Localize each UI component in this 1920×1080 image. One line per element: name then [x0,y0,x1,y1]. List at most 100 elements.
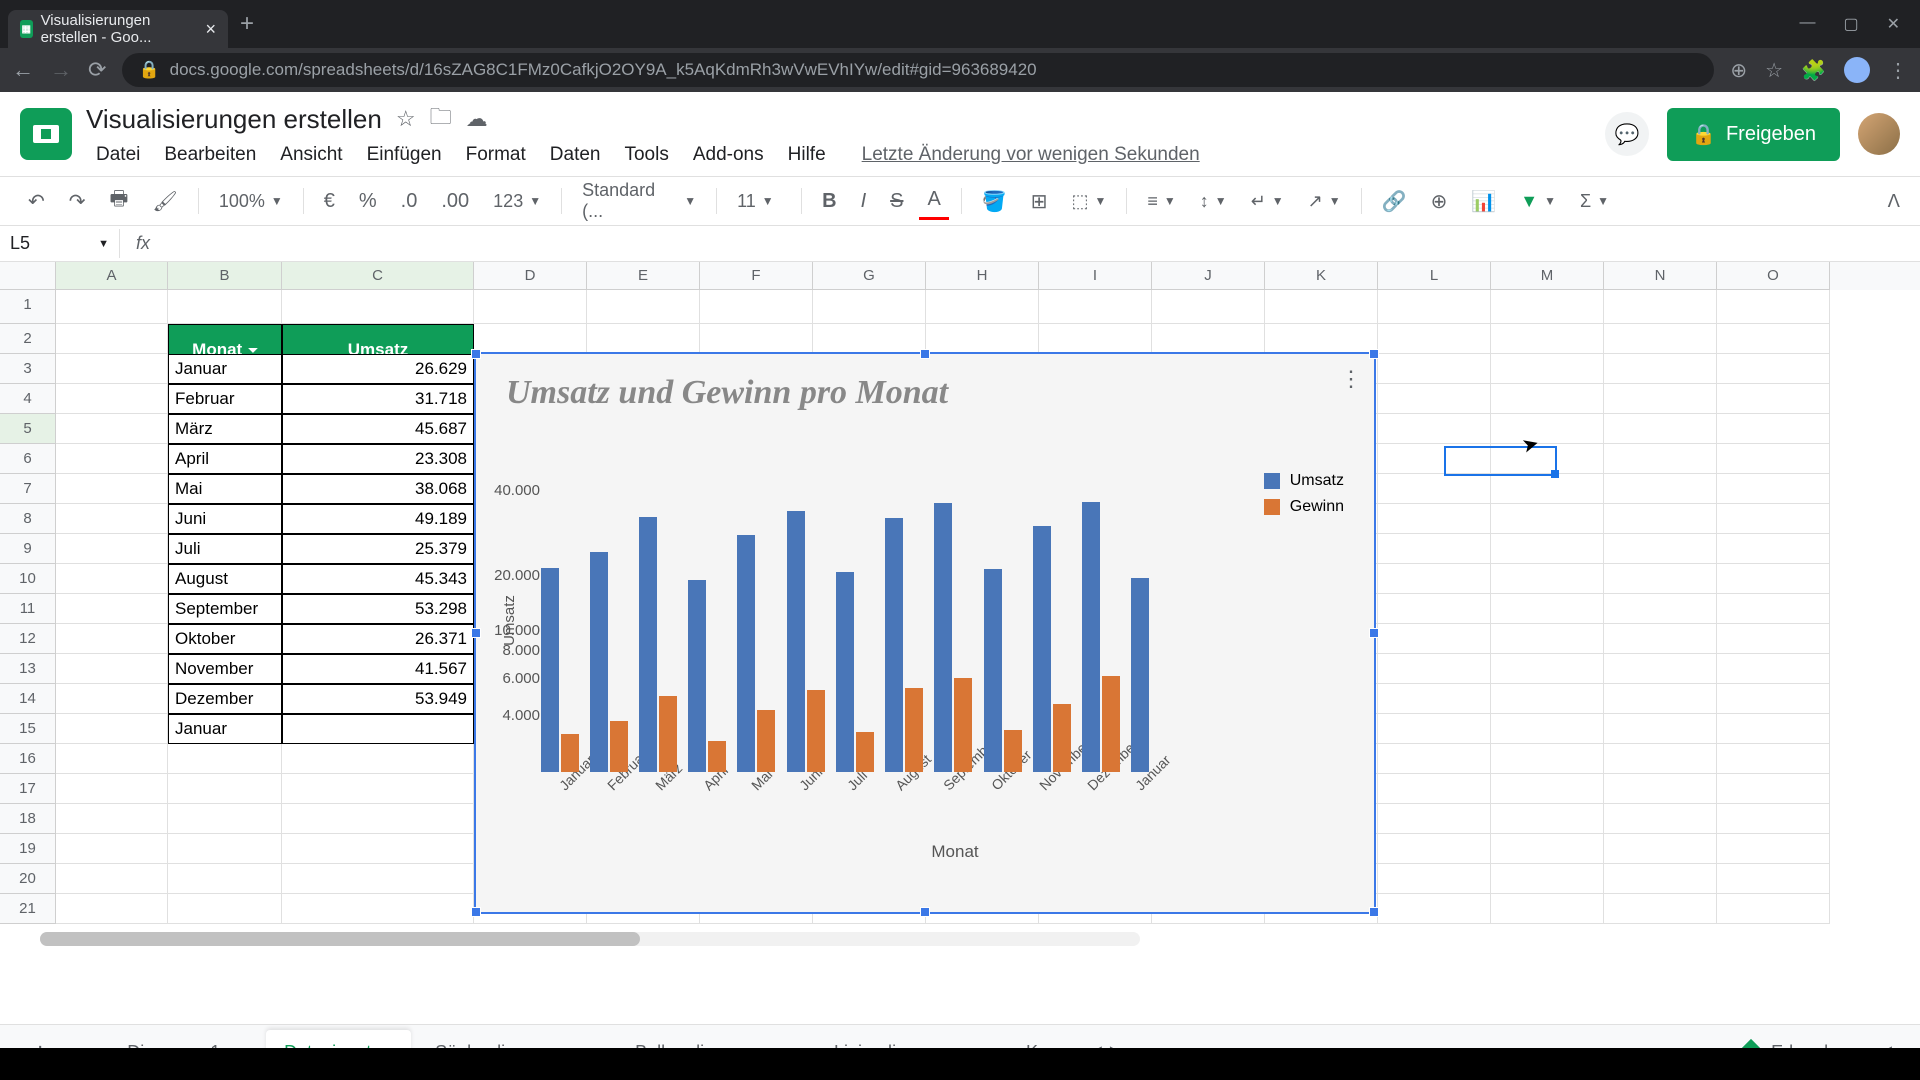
cell[interactable] [1717,504,1830,534]
cell[interactable]: Januar [168,714,282,744]
fill-color-button[interactable]: 🪣 [974,183,1015,220]
cell[interactable] [1378,774,1491,804]
row-header[interactable]: 21 [0,894,56,924]
menu-insert[interactable]: Einfügen [357,142,452,168]
cell[interactable] [1717,864,1830,894]
cell[interactable] [1717,354,1830,384]
cell[interactable]: Oktober [168,624,282,654]
cell[interactable] [1265,290,1378,324]
col-header[interactable]: A [56,262,168,290]
cell[interactable] [1265,324,1378,354]
cell[interactable] [282,864,474,894]
back-button[interactable]: ← [12,57,34,83]
cell[interactable] [1717,684,1830,714]
col-header[interactable]: E [587,262,700,290]
cell[interactable]: 31.718 [282,384,474,414]
col-header[interactable]: D [474,262,587,290]
share-button[interactable]: 🔒 Freigeben [1667,108,1840,161]
italic-button[interactable]: I [853,184,875,219]
functions-button[interactable]: Σ▼ [1572,187,1617,216]
row-header[interactable]: 1 [0,290,56,324]
cell[interactable] [1491,324,1604,354]
cell[interactable] [1604,594,1717,624]
cell[interactable] [1491,414,1604,444]
cell[interactable]: September [168,594,282,624]
resize-handle[interactable] [471,349,481,359]
col-header[interactable]: G [813,262,926,290]
cell[interactable] [56,864,168,894]
move-document-icon[interactable]: 🗀 [430,100,452,138]
cell[interactable] [1604,444,1717,474]
cell[interactable] [56,654,168,684]
cell[interactable] [56,414,168,444]
row-header[interactable]: 15 [0,714,56,744]
row-header[interactable]: 13 [0,654,56,684]
col-header[interactable]: J [1152,262,1265,290]
row-header[interactable]: 18 [0,804,56,834]
cell[interactable]: 53.298 [282,594,474,624]
v-align-button[interactable]: ↕▼ [1192,187,1235,216]
cell[interactable] [1152,324,1265,354]
col-header[interactable]: N [1604,262,1717,290]
user-avatar[interactable] [1858,113,1900,155]
menu-format[interactable]: Format [456,142,536,168]
row-header[interactable]: 3 [0,354,56,384]
cell[interactable] [282,834,474,864]
cell[interactable] [813,324,926,354]
cell[interactable] [56,504,168,534]
cell[interactable] [56,534,168,564]
cell[interactable] [1491,534,1604,564]
cell[interactable] [1604,744,1717,774]
cell[interactable]: 25.379 [282,534,474,564]
menu-file[interactable]: Datei [86,142,150,168]
browser-tab[interactable]: ▦ Visualisierungen erstellen - Goo... × [8,10,228,48]
cell[interactable] [1491,804,1604,834]
row-header[interactable]: 12 [0,624,56,654]
cell[interactable] [1604,804,1717,834]
comment-button[interactable]: ⊕ [1423,183,1456,220]
cell[interactable] [168,744,282,774]
number-format-select[interactable]: 123▼ [485,187,549,216]
cell[interactable] [1717,654,1830,684]
cell[interactable] [56,384,168,414]
url-input[interactable]: 🔒 docs.google.com/spreadsheets/d/16sZAG8… [122,53,1714,87]
cell[interactable] [1604,894,1717,924]
embedded-chart[interactable]: ⋮ Umsatz und Gewinn pro Monat Umsatz Gew… [474,352,1376,914]
row-header[interactable]: 5 [0,414,56,444]
cell[interactable] [1717,324,1830,354]
cell[interactable] [1717,414,1830,444]
spreadsheet-grid[interactable]: A B C D E F G H I J K L M N O 1234567891… [0,262,1920,954]
resize-handle[interactable] [1369,907,1379,917]
cell[interactable]: April [168,444,282,474]
profile-avatar[interactable] [1844,57,1870,83]
row-header[interactable]: 9 [0,534,56,564]
menu-view[interactable]: Ansicht [270,142,352,168]
cell[interactable] [1378,564,1491,594]
cell[interactable] [1378,594,1491,624]
row-header[interactable]: 7 [0,474,56,504]
row-header[interactable]: 2 [0,324,56,354]
cell[interactable] [1604,834,1717,864]
row-header[interactable]: 6 [0,444,56,474]
cell[interactable] [282,714,474,744]
cell[interactable] [1604,414,1717,444]
maximize-icon[interactable]: ▢ [1843,14,1858,34]
cell[interactable]: 53.949 [282,684,474,714]
cell[interactable] [56,474,168,504]
cell[interactable] [1717,444,1830,474]
cell[interactable] [1491,714,1604,744]
name-box[interactable]: L5▼ [0,229,120,258]
cell[interactable] [1491,894,1604,924]
cell[interactable] [56,834,168,864]
cell[interactable]: Dezember [168,684,282,714]
cell[interactable] [282,774,474,804]
cell[interactable] [1491,744,1604,774]
cell[interactable] [1491,774,1604,804]
cell[interactable] [1604,384,1717,414]
cell[interactable] [1604,534,1717,564]
cell[interactable] [1604,504,1717,534]
cell[interactable]: August [168,564,282,594]
currency-button[interactable]: € [316,184,343,219]
cell[interactable] [1717,594,1830,624]
menu-addons[interactable]: Add-ons [683,142,774,168]
